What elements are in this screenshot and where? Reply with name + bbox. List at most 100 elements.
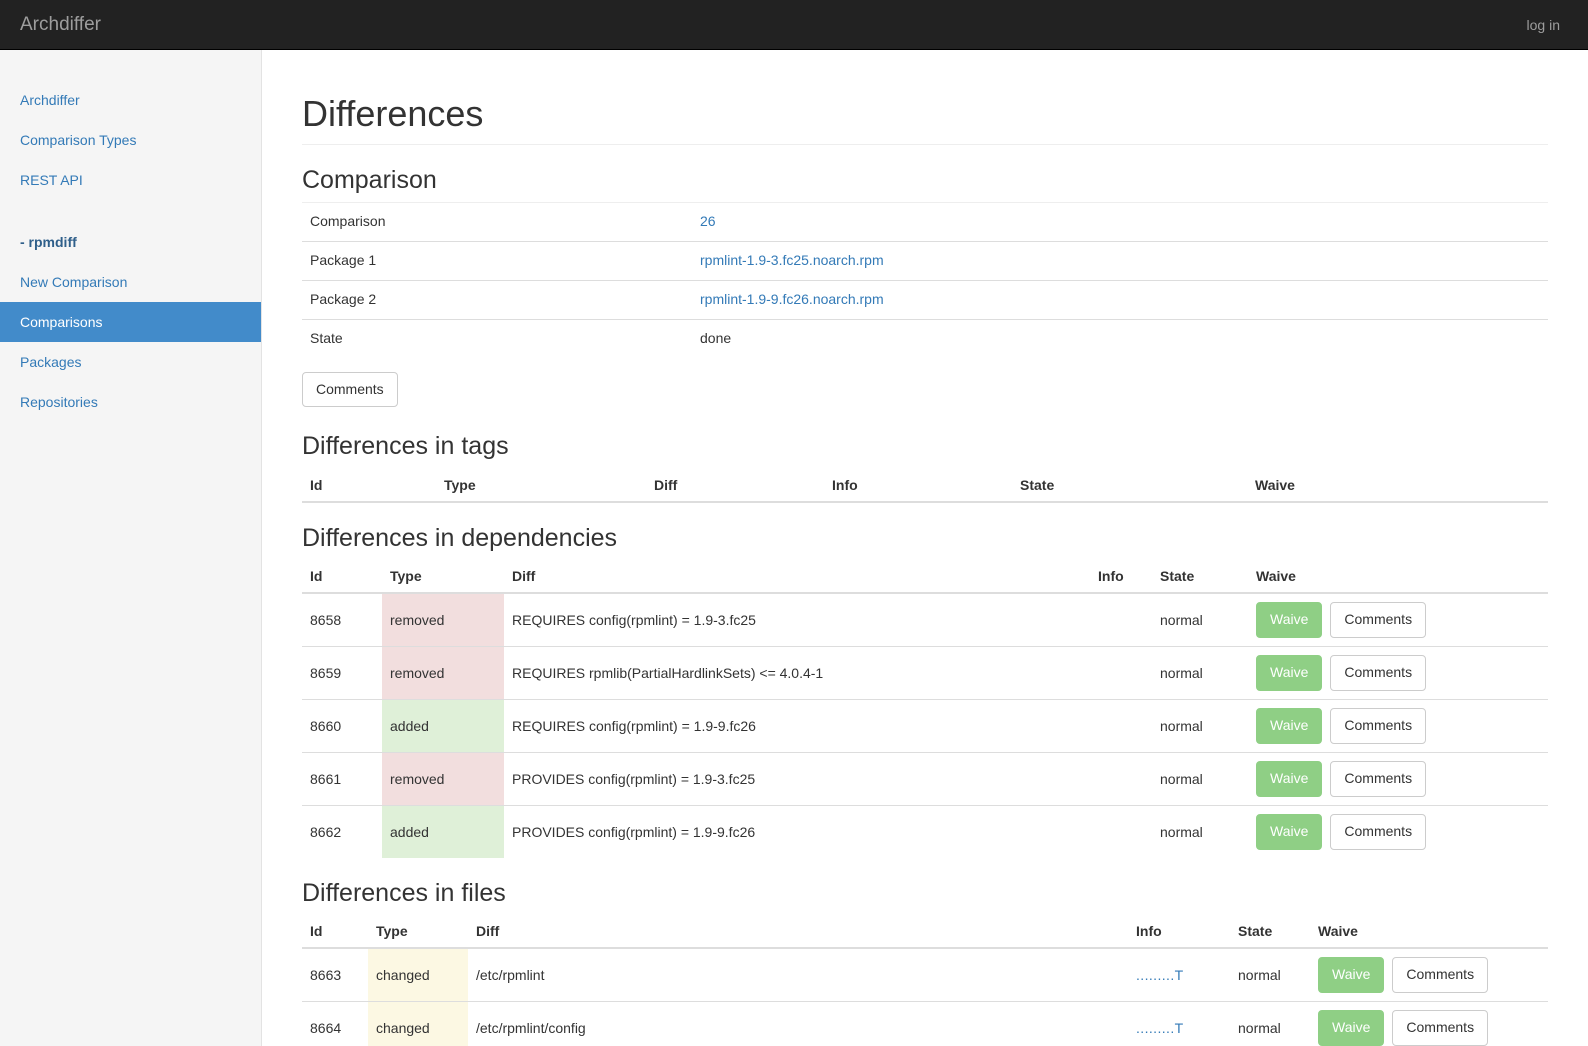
dep-cell-type: added xyxy=(382,804,504,858)
dep-cell-id: 8659 xyxy=(302,646,382,700)
comments-button[interactable]: Comments xyxy=(1392,957,1489,994)
file-col-diff: Diff xyxy=(468,915,1128,950)
sidebar-item-new-comparison[interactable]: New Comparison xyxy=(0,262,261,302)
dep-col-waive: Waive xyxy=(1248,560,1548,595)
login-link[interactable]: log in xyxy=(1517,11,1570,39)
sidebar-item-archdiffer[interactable]: Archdiffer xyxy=(0,80,261,120)
sidebar-item-rest-api[interactable]: REST API xyxy=(0,160,261,200)
comments-button[interactable]: Comments xyxy=(1330,708,1427,745)
tags-header-row: Id Type Diff Info State Waive xyxy=(302,468,1548,503)
comparison-row-key: Comparison xyxy=(310,213,386,230)
table-row: Comparison 26 xyxy=(302,203,1548,241)
dep-cell-info xyxy=(1090,646,1152,700)
tags-col-info: Info xyxy=(824,468,1012,503)
dependencies-header-row: Id Type Diff Info State Waive xyxy=(302,560,1548,595)
package1-link[interactable]: rpmlint-1.9-3.fc25.noarch.rpm xyxy=(700,252,884,268)
table-row: 8662 added PROVIDES config(rpmlint) = 1.… xyxy=(302,804,1548,858)
table-row: 8664 changed /etc/rpmlint/config .......… xyxy=(302,1001,1548,1046)
dep-cell-info xyxy=(1090,752,1152,806)
file-cell-waive: Waive Comments xyxy=(1310,948,1548,1001)
tags-col-id: Id xyxy=(302,468,436,503)
waive-button[interactable]: Waive xyxy=(1256,655,1323,692)
dep-cell-waive: Waive Comments xyxy=(1248,699,1548,753)
dep-cell-diff: PROVIDES config(rpmlint) = 1.9-9.fc26 xyxy=(504,804,1090,858)
main-content: Differences Comparison Comparison 26 Pac… xyxy=(262,50,1588,1046)
comparison-comments-button[interactable]: Comments xyxy=(302,371,398,408)
file-col-type: Type xyxy=(368,915,468,950)
dep-cell-id: 8660 xyxy=(302,699,382,753)
dep-col-state: State xyxy=(1152,560,1248,595)
dep-cell-waive: Waive Comments xyxy=(1248,752,1548,806)
file-cell-diff: /etc/rpmlint xyxy=(476,967,545,984)
dep-col-diff: Diff xyxy=(504,560,1090,595)
file-info-link[interactable]: .........T xyxy=(1136,1020,1184,1036)
file-info-link[interactable]: .........T xyxy=(1136,967,1184,983)
dep-cell-info xyxy=(1090,699,1152,753)
file-col-info: Info xyxy=(1128,915,1230,950)
dep-cell-id: 8662 xyxy=(302,804,382,858)
dep-col-id: Id xyxy=(302,560,382,595)
tags-col-type: Type xyxy=(436,468,646,503)
comments-button[interactable]: Comments xyxy=(1330,655,1427,692)
sidebar-item-packages[interactable]: Packages xyxy=(0,342,261,382)
dep-cell-state: normal xyxy=(1152,752,1248,806)
file-col-state: State xyxy=(1230,915,1310,950)
waive-button[interactable]: Waive xyxy=(1318,1010,1385,1046)
sidebar-group-rpmdiff[interactable]: - rpmdiff xyxy=(0,222,261,262)
sidebar-item-comparison-types[interactable]: Comparison Types xyxy=(0,120,261,160)
comments-button[interactable]: Comments xyxy=(1330,813,1427,850)
dependencies-table: Id Type Diff Info State Waive 8658 remov… xyxy=(302,560,1548,858)
files-table-body: 8663 changed /etc/rpmlint .........T nor… xyxy=(302,948,1548,1046)
dep-cell-id: 8661 xyxy=(302,752,382,806)
comments-button[interactable]: Comments xyxy=(1330,761,1427,797)
waive-button[interactable]: Waive xyxy=(1318,957,1385,994)
waive-button[interactable]: Waive xyxy=(1256,761,1323,797)
comparison-id-link[interactable]: 26 xyxy=(700,213,716,229)
comments-button[interactable]: Comments xyxy=(1330,602,1427,639)
package2-row-key: Package 2 xyxy=(302,279,692,320)
table-row: Package 2 rpmlint-1.9-9.fc26.noarch.rpm xyxy=(302,279,1548,320)
file-cell-state: normal xyxy=(1238,967,1281,984)
tags-col-waive: Waive xyxy=(1247,468,1548,503)
dep-cell-type: removed xyxy=(382,752,504,806)
package2-link[interactable]: rpmlint-1.9-9.fc26.noarch.rpm xyxy=(700,291,884,307)
page-body: Archdiffer Comparison Types REST API - r… xyxy=(0,50,1588,1046)
top-navbar: Archdiffer log in xyxy=(0,0,1588,50)
file-col-id: Id xyxy=(302,915,368,950)
package1-row-key: Package 1 xyxy=(302,240,692,281)
dep-cell-type: added xyxy=(382,699,504,753)
file-cell-id: 8663 xyxy=(310,967,342,984)
tags-heading: Differences in tags xyxy=(302,432,509,461)
file-cell-type: changed xyxy=(368,1001,468,1046)
file-cell-diff: /etc/rpmlint/config xyxy=(468,1001,1128,1046)
dep-cell-state: normal xyxy=(1152,699,1248,753)
dependencies-heading: Differences in dependencies xyxy=(302,523,618,552)
sidebar-item-comparisons[interactable]: Comparisons xyxy=(0,302,261,342)
brand-link[interactable]: Archdiffer xyxy=(14,14,107,35)
files-heading: Differences in files xyxy=(302,878,506,907)
waive-button[interactable]: Waive xyxy=(1256,602,1323,639)
waive-button[interactable]: Waive xyxy=(1256,813,1323,850)
dep-cell-diff: PROVIDES config(rpmlint) = 1.9-3.fc25 xyxy=(504,752,1090,806)
table-row: 8660 added REQUIRES config(rpmlint) = 1.… xyxy=(302,699,1548,753)
state-row-key: State xyxy=(302,318,692,358)
file-col-waive: Waive xyxy=(1310,915,1548,950)
package1-row-value: rpmlint-1.9-3.fc25.noarch.rpm xyxy=(692,240,1548,281)
dep-cell-info xyxy=(1090,593,1152,646)
dep-cell-waive: Waive Comments xyxy=(1248,804,1548,858)
table-row: Package 1 rpmlint-1.9-3.fc25.noarch.rpm xyxy=(302,240,1548,281)
sidebar-item-repositories[interactable]: Repositories xyxy=(0,382,261,422)
comparison-heading: Comparison xyxy=(302,166,1548,204)
package2-row-value: rpmlint-1.9-9.fc26.noarch.rpm xyxy=(692,279,1548,320)
dep-col-type: Type xyxy=(382,560,504,595)
file-cell-id: 8664 xyxy=(302,1001,368,1046)
waive-button[interactable]: Waive xyxy=(1256,708,1323,745)
comments-button[interactable]: Comments xyxy=(1392,1010,1489,1046)
state-row-value: done xyxy=(692,318,1548,358)
dep-cell-type: removed xyxy=(382,593,504,647)
files-header-row: Id Type Diff Info State Waive xyxy=(302,915,1548,950)
tags-col-diff: Diff xyxy=(646,468,824,503)
comparison-row-value: 26 xyxy=(692,203,1548,241)
dep-cell-diff: REQUIRES config(rpmlint) = 1.9-3.fc25 xyxy=(512,612,756,629)
file-cell-type: changed xyxy=(368,948,468,1002)
